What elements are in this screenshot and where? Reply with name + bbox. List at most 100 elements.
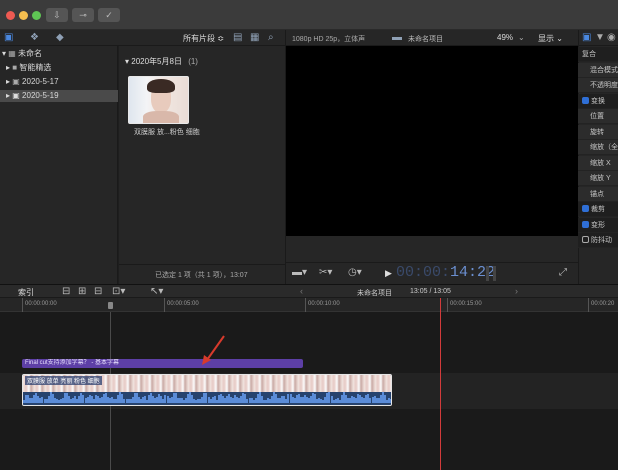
checkbox-icon[interactable] xyxy=(582,205,589,212)
timeline-ruler[interactable]: 00:00:00:00 00:00:05:00 00:00:10:00 00:0… xyxy=(0,298,618,312)
timeline-index-button[interactable]: 索引 xyxy=(18,287,34,298)
video-clip-label: 双膜服 放单 亮丽 粉色 细胞 xyxy=(25,376,102,385)
ruler-tick: 00:00:05:00 xyxy=(164,298,199,312)
disclosure-down-icon[interactable]: ▾ xyxy=(125,57,129,66)
inspector-row-label: 位置 xyxy=(590,113,604,120)
inspector-row[interactable]: 裁剪 xyxy=(578,202,618,217)
sidebar-item-library[interactable]: ▾ ▦ 未命名 xyxy=(2,48,118,60)
overwrite-clip-icon[interactable]: ⊡▾ xyxy=(112,286,125,297)
titles-icon[interactable]: ◆ xyxy=(56,32,64,43)
title-clip[interactable]: Final cut支持添加字幕？ - 基本字幕 xyxy=(22,359,303,368)
audio-meter-right xyxy=(493,266,496,281)
date-group-label: 2020年5月8日 xyxy=(131,57,182,66)
ruler-tick: 00:00:10:00 xyxy=(305,298,340,312)
filmstrip-icon[interactable]: ▦ xyxy=(250,32,259,43)
keyword-button[interactable]: ⊸ xyxy=(72,8,94,22)
sidebar-item-smart-collections[interactable]: ▸ ■ 智能精选 xyxy=(6,62,118,74)
zoom-menu[interactable]: 49% xyxy=(497,33,513,42)
inspector-row[interactable]: 复合 xyxy=(578,47,618,62)
inspector-row-label: 旋转 xyxy=(590,128,604,136)
connect-clip-icon[interactable]: ⊟ xyxy=(62,286,70,297)
clip-thumbnail[interactable] xyxy=(128,76,189,124)
append-clip-icon[interactable]: ⊟ xyxy=(94,286,102,297)
clip-name: 双膜服 放...粉色 细胞 xyxy=(134,129,200,136)
back-arrow-icon[interactable]: ‹ xyxy=(300,286,303,296)
inspector-row[interactable]: 旋转 xyxy=(578,124,618,140)
library-icon[interactable]: ▣ xyxy=(4,32,13,43)
inspector-row[interactable]: 不透明度 xyxy=(578,78,618,93)
title-clip-label: Final cut支持添加字幕？ - 基本字幕 xyxy=(25,360,120,366)
browser-status-bar: 已选定 1 项（共 1 项），13:07 xyxy=(119,264,285,284)
audio-meter-left xyxy=(486,266,489,281)
inspector-row-label: 变换 xyxy=(591,97,605,105)
inspector-row[interactable]: 缩放 X xyxy=(578,155,618,171)
sidebar-item-event-2020-5-17[interactable]: ▸ ▣ 2020-5-17 xyxy=(6,76,118,88)
inspector-text-icon[interactable]: ◉ xyxy=(607,32,616,43)
inspector-row-label: 混合模式 xyxy=(590,66,618,74)
disclosure-right-icon[interactable]: ▸ xyxy=(6,77,10,86)
library-sidebar: ▾ ▦ 未命名 ▸ ■ 智能精选 ▸ ▣ 2020-5-17 ▸ ▣ 2020-… xyxy=(0,46,118,284)
disclosure-down-icon[interactable]: ▾ xyxy=(2,49,6,58)
background-tasks-button[interactable]: ✓ xyxy=(98,8,120,22)
date-group-header[interactable]: ▾ 2020年5月8日 (1) xyxy=(125,56,198,67)
annotation-arrow-icon xyxy=(202,335,225,365)
import-button[interactable]: ⇩ xyxy=(46,8,68,22)
close-window-button[interactable] xyxy=(6,11,15,20)
play-icon[interactable]: ▶ xyxy=(385,268,392,279)
selection-status: 已选定 1 项（共 1 项），13:07 xyxy=(155,272,248,279)
inspector-row[interactable]: 缩放（全部） xyxy=(578,140,618,155)
tools-menu-icon[interactable]: ✂▾ xyxy=(319,267,332,278)
download-arrow-icon: ⇩ xyxy=(53,10,61,20)
viewer-format: 1080p HD 25p，立体声 xyxy=(292,36,366,43)
inspector-row[interactable]: 位置 xyxy=(578,109,618,124)
clip-appearance-menu-icon[interactable]: ▬▾ xyxy=(292,267,307,278)
checkbox-icon[interactable] xyxy=(582,236,589,243)
timeline-area[interactable]: 00:00:00:00 00:00:05:00 00:00:10:00 00:0… xyxy=(0,298,618,470)
skimmer-handle[interactable] xyxy=(108,302,113,309)
clip-appearance-icon[interactable]: ▤ xyxy=(233,32,242,43)
checkbox-icon[interactable] xyxy=(582,220,589,228)
disclosure-right-icon[interactable]: ▸ xyxy=(6,63,10,72)
search-icon[interactable]: ⌕ xyxy=(268,32,274,43)
inspector-row-label: 变形 xyxy=(591,221,605,229)
inspector-row-label: 缩放（全部） xyxy=(590,144,618,151)
display-menu[interactable]: 显示 ⌄ xyxy=(538,33,563,44)
video-clip[interactable]: 双膜服 放单 亮丽 粉色 细胞 xyxy=(22,374,392,406)
inspector-row-label: 缩放 Y xyxy=(590,175,611,182)
sidebar-item-label: 未命名 xyxy=(18,49,43,58)
speed-menu-icon[interactable]: ◷▾ xyxy=(348,267,362,278)
inspector-row[interactable]: 变形 xyxy=(578,217,618,233)
timecode-display[interactable]: 00:00:14:22 xyxy=(396,264,495,281)
ruler-tick: 00:00:20 xyxy=(588,298,614,312)
forward-arrow-icon[interactable]: › xyxy=(515,286,518,296)
disclosure-right-icon[interactable]: ▸ xyxy=(6,91,10,100)
key-icon: ⊸ xyxy=(79,10,87,20)
inspector-row[interactable]: 防抖动 xyxy=(578,233,618,248)
select-tool-icon[interactable]: ↖▾ xyxy=(150,286,163,297)
sidebar-item-label: 2020-5-17 xyxy=(22,77,59,86)
checkbox-icon[interactable] xyxy=(582,96,589,104)
filter-icon[interactable]: ▼ xyxy=(595,32,605,43)
fullscreen-icon[interactable]: ⤢ xyxy=(559,267,567,278)
playhead[interactable] xyxy=(440,298,441,470)
viewer-canvas[interactable] xyxy=(286,46,579,236)
waveform-bar xyxy=(389,399,391,403)
inspector-row[interactable]: 缩放 Y xyxy=(578,171,618,186)
clip-filter-menu[interactable]: 所有片段 ≎ xyxy=(183,33,224,44)
insert-clip-icon[interactable]: ⊞ xyxy=(78,286,86,297)
inspector-video-icon[interactable]: ▣ xyxy=(582,32,591,43)
audio-waveform xyxy=(23,392,391,405)
sidebar-item-label: 2020-5-19 xyxy=(22,91,59,100)
event-icon: ▣ xyxy=(12,77,20,86)
chevron-down-icon[interactable]: ⌄ xyxy=(518,33,525,42)
inspector-row[interactable]: 变换 xyxy=(578,93,618,109)
minimize-window-button[interactable] xyxy=(19,11,28,20)
photos-icon[interactable]: ❖ xyxy=(30,32,39,43)
inspector-row[interactable]: 锚点 xyxy=(578,186,618,202)
inspector-row-label: 缩放 X xyxy=(590,159,611,167)
inspector-row[interactable]: 混合模式 xyxy=(578,62,618,78)
zoom-window-button[interactable] xyxy=(32,11,41,20)
sidebar-item-event-2020-5-19[interactable]: ▸ ▣ 2020-5-19 xyxy=(0,90,118,102)
date-group-count: (1) xyxy=(188,57,198,66)
timeline-toolbar: 索引 ⊟ ⊞ ⊟ ⊡▾ ↖▾ ‹ 未命名项目 13:05 / 13:05 › xyxy=(0,284,618,298)
